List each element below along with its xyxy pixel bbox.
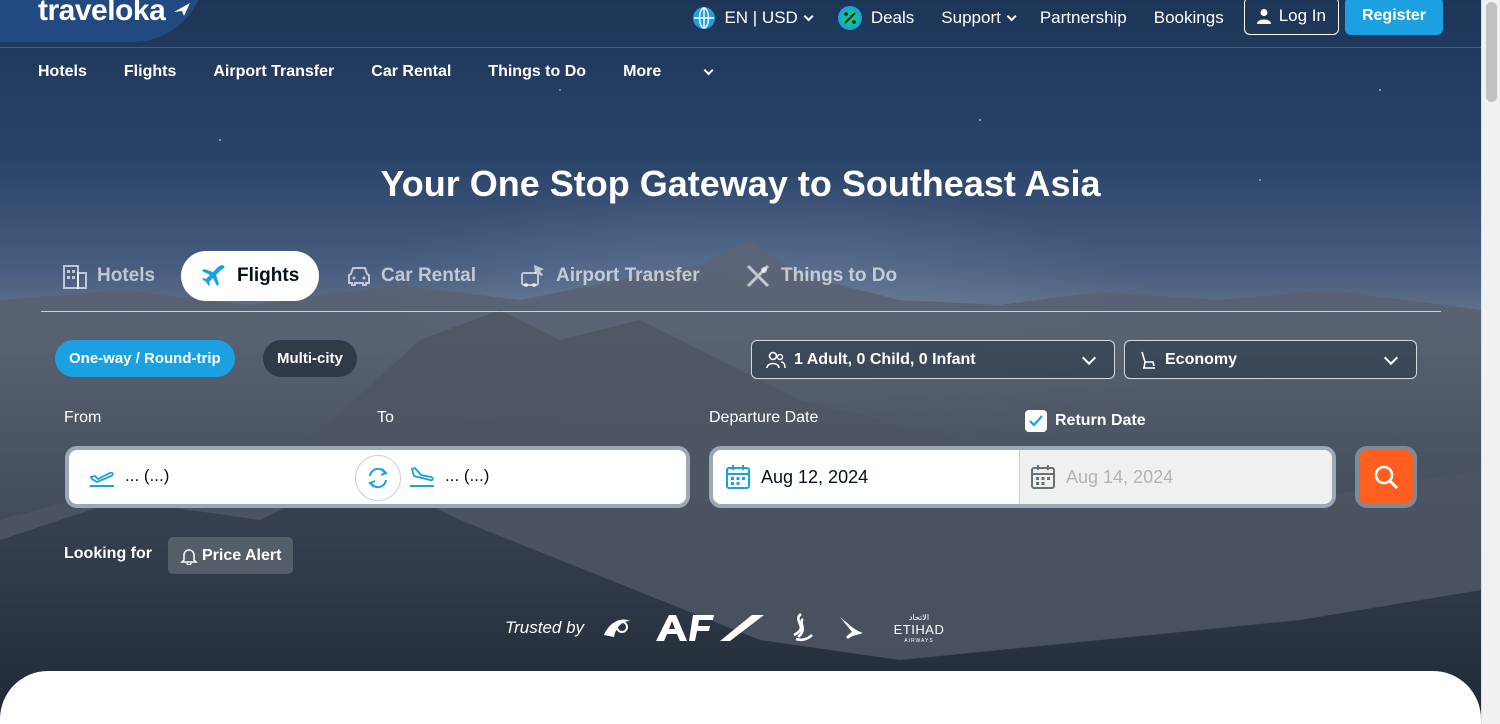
language-currency-label: EN | USD — [724, 8, 798, 27]
deals-link[interactable]: Deals — [837, 5, 914, 31]
car-icon — [347, 264, 371, 288]
seat-class-selector[interactable]: Economy — [1124, 340, 1417, 379]
return-date-toggle[interactable]: Return Date — [1025, 410, 1146, 432]
price-alert-label: Price Alert — [202, 546, 282, 564]
tab-things-to-do[interactable]: Things to Do — [745, 251, 897, 301]
passengers-icon — [766, 351, 786, 369]
tab-car-rental[interactable]: Car Rental — [347, 251, 476, 301]
chevron-down-icon — [1006, 10, 1017, 21]
logo-bird-icon — [174, 3, 190, 16]
things-to-do-icon — [745, 263, 771, 289]
top-navigation: EN | USD Deals Support Partnership Booki… — [665, 0, 1443, 36]
percent-badge-icon — [837, 5, 863, 31]
passenger-selector[interactable]: 1 Adult, 0 Child, 0 Infant — [751, 340, 1115, 379]
partnership-link[interactable]: Partnership — [1040, 8, 1127, 28]
tab-flights[interactable]: Flights — [181, 251, 320, 301]
date-box: Aug 12, 2024 Aug 14, 2024 — [709, 446, 1336, 508]
airport-transfer-icon — [520, 263, 546, 289]
qatar-airways-logo — [602, 615, 632, 641]
one-way-round-trip-button[interactable]: One-way / Round-trip — [55, 340, 235, 377]
plane-icon — [201, 263, 227, 289]
subnav-things-to-do[interactable]: Things to Do — [488, 63, 586, 81]
login-label: Log In — [1278, 6, 1326, 25]
product-tabs: Hotels Flights Car Rental Airport Transf… — [41, 251, 1441, 312]
hero-title: Your One Stop Gateway to Southeast Asia — [380, 163, 1101, 204]
departure-date-label: Departure Date — [709, 409, 819, 426]
page-scrollbar[interactable] — [1481, 0, 1500, 724]
departure-date-field[interactable]: Aug 12, 2024 — [725, 464, 868, 490]
looking-for-label: Looking for — [64, 545, 152, 562]
svg-text:ETIHAD: ETIHAD — [894, 622, 945, 637]
support-label: Support — [941, 8, 1001, 27]
chevron-down-icon — [803, 10, 814, 21]
brand-logo[interactable]: traveloka — [38, 0, 166, 28]
chevron-down-icon — [703, 64, 714, 75]
subnav-flights[interactable]: Flights — [124, 63, 176, 81]
header-divider — [0, 47, 1481, 48]
tab-hotels-label: Hotels — [97, 265, 156, 286]
login-button[interactable]: Log In — [1243, 0, 1339, 35]
support-menu[interactable]: Support — [941, 8, 1017, 28]
register-button[interactable]: Register — [1344, 0, 1443, 35]
return-date-label: Return Date — [1055, 412, 1146, 429]
globe-icon — [692, 6, 716, 30]
checkmark-icon — [1029, 415, 1043, 427]
origin-destination-box: ... (...) ... (...) — [65, 446, 690, 508]
price-alert-button[interactable]: Price Alert — [168, 537, 294, 574]
subnav-more-label: More — [623, 63, 662, 80]
tab-airport-transfer-label: Airport Transfer — [556, 265, 700, 286]
scrollbar-thumb[interactable] — [1486, 2, 1497, 102]
tab-flights-label: Flights — [237, 265, 300, 286]
svg-text:الاتحاد: الاتحاد — [909, 613, 929, 622]
to-value: ... (...) — [445, 466, 490, 485]
subnav-car-rental[interactable]: Car Rental — [371, 63, 451, 81]
swap-icon — [368, 467, 388, 489]
etihad-airways-logo: الاتحاد ETIHAD AIRWAYS — [888, 612, 950, 644]
chevron-down-icon — [1383, 350, 1399, 366]
singapore-airlines-logo — [788, 613, 814, 643]
chevron-down-icon — [1081, 350, 1097, 366]
to-label: To — [377, 409, 394, 426]
return-date-value: Aug 14, 2024 — [1066, 466, 1174, 487]
from-field[interactable]: ... (...) — [89, 465, 169, 487]
subnav-airport-transfer[interactable]: Airport Transfer — [213, 63, 334, 81]
air-france-logo — [656, 614, 765, 642]
subnav-more[interactable]: More — [623, 63, 747, 81]
hotel-icon — [63, 263, 87, 289]
seat-icon — [1139, 350, 1157, 370]
landing-icon — [409, 465, 435, 487]
language-currency-selector[interactable]: EN | USD — [692, 6, 814, 30]
deals-label: Deals — [870, 8, 915, 27]
search-icon — [1374, 465, 1398, 489]
to-field[interactable]: ... (...) — [409, 465, 489, 487]
tab-hotels[interactable]: Hotels — [63, 251, 155, 301]
return-date-field[interactable]: Aug 14, 2024 — [1019, 450, 1332, 504]
cathay-pacific-logo — [838, 615, 864, 641]
subnav-hotels[interactable]: Hotels — [38, 63, 87, 81]
bookings-link[interactable]: Bookings — [1154, 8, 1224, 28]
departure-date-value: Aug 12, 2024 — [761, 466, 869, 487]
trusted-by-label: Trusted by — [505, 618, 585, 637]
bell-icon — [180, 547, 198, 565]
calendar-icon — [1030, 464, 1056, 490]
multi-city-button[interactable]: Multi-city — [263, 340, 357, 377]
from-label: From — [64, 409, 102, 426]
user-icon — [1256, 8, 1271, 24]
swap-locations-button[interactable] — [355, 455, 401, 501]
secondary-navigation: Hotels Flights Airport Transfer Car Rent… — [38, 63, 784, 81]
tab-things-to-do-label: Things to Do — [781, 265, 898, 286]
return-date-checkbox[interactable] — [1025, 410, 1047, 432]
content-card — [0, 671, 1481, 724]
tab-car-rental-label: Car Rental — [381, 265, 477, 286]
passenger-summary: 1 Adult, 0 Child, 0 Infant — [794, 350, 976, 368]
from-value: ... (...) — [125, 466, 170, 485]
search-flights-button[interactable] — [1355, 446, 1417, 508]
calendar-icon — [725, 464, 751, 490]
trusted-by-strip: Trusted by الاتحاد ETIHAD AIRWAYS — [505, 612, 974, 644]
takeoff-icon — [89, 465, 115, 487]
seat-class-value: Economy — [1165, 350, 1238, 368]
return-date-input[interactable]: Aug 14, 2024 — [1030, 464, 1173, 490]
tab-airport-transfer[interactable]: Airport Transfer — [520, 251, 700, 301]
svg-text:AIRWAYS: AIRWAYS — [904, 638, 933, 644]
